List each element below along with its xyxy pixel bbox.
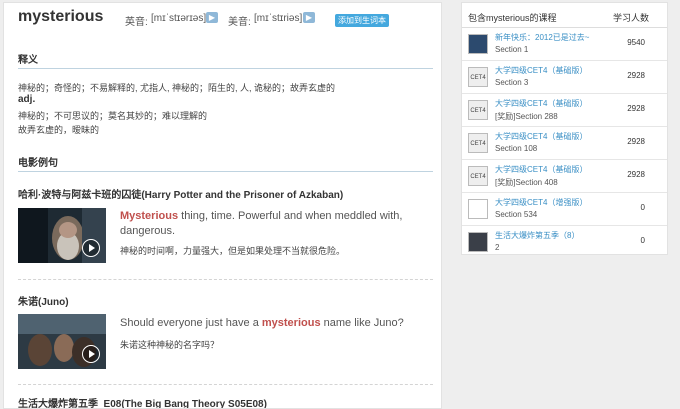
course-count: 2928 [627, 104, 645, 113]
courses-panel: 包含mysterious的课程 学习人数 新年快乐：2012已是过去~ Sect… [461, 2, 668, 255]
course-row[interactable]: CET4 大学四级CET4（基础版） Section 3 2928 [462, 61, 667, 94]
video-thumbnail[interactable] [18, 208, 106, 263]
play-icon[interactable] [82, 345, 100, 363]
course-section: Section 108 [495, 144, 538, 153]
course-icon: CET4 [468, 166, 488, 186]
course-count: 2928 [627, 170, 645, 179]
courses-header-count: 学习人数 [612, 13, 649, 23]
word-detail-panel: mysterious 英音: [mɪˈstɪərɪəs] ▶ 美音: [mɪˈs… [3, 2, 442, 409]
course-count: 2928 [627, 71, 645, 80]
course-row[interactable]: 大学四级CET4（增强版） Section 534 0 [462, 193, 667, 226]
course-title[interactable]: 新年快乐：2012已是过去~ [495, 32, 589, 43]
uk-speaker-icon[interactable]: ▶ [206, 12, 218, 23]
course-title[interactable]: 生活大爆炸第五季（8） [495, 230, 579, 241]
definitions-title: 释义 [18, 55, 38, 66]
course-count: 9540 [627, 38, 645, 47]
course-title[interactable]: 大学四级CET4（基础版） [495, 65, 587, 76]
divider [18, 68, 433, 69]
definition-line-2: 神秘的；不可思议的；莫名其妙的；难以理解的 [18, 111, 208, 121]
course-icon [468, 34, 488, 54]
course-icon [468, 232, 488, 252]
course-row[interactable]: CET4 大学四级CET4（基础版） Section 108 2928 [462, 127, 667, 160]
example-sentence-cn: 神秘的时间啊，力量强大，但是如果处理不当就很危险。 [120, 246, 346, 256]
examples-title: 电影例句 [18, 158, 58, 169]
uk-phonetic: [mɪˈstɪərɪəs] [151, 13, 207, 24]
play-icon[interactable] [82, 239, 100, 257]
course-icon: CET4 [468, 133, 488, 153]
uk-label: 英音: [125, 17, 148, 28]
highlighted-word: Mysterious [120, 210, 179, 222]
example-sentence-en: Should everyone just have a mysterious n… [120, 317, 404, 329]
course-icon: CET4 [468, 67, 488, 87]
definition-line-3: 故弄玄虚的，暧昧的 [18, 125, 100, 135]
course-title[interactable]: 大学四级CET4（增强版） [495, 197, 587, 208]
divider [18, 171, 433, 172]
example-sentence-en: Mysterious thing, time. Powerful and whe… [120, 210, 403, 237]
part-of-speech: adj. [18, 94, 36, 105]
courses-header-title: 包含mysterious的课程 [468, 13, 557, 23]
course-section: 2 [495, 243, 500, 252]
movie-title[interactable]: 朱诺(Juno) [18, 293, 69, 308]
course-count: 2928 [627, 137, 645, 146]
courses-header: 包含mysterious的课程 学习人数 [462, 3, 667, 28]
course-row[interactable]: 新年快乐：2012已是过去~ Section 1 9540 [462, 28, 667, 61]
course-row[interactable]: CET4 大学四级CET4（基础版） [奖励]Section 408 2928 [462, 160, 667, 193]
course-row[interactable]: CET4 大学四级CET4（基础版） [奖励]Section 288 2928 [462, 94, 667, 127]
highlighted-word: mysterious [261, 317, 321, 329]
us-label: 美音: [228, 17, 251, 28]
divider [18, 384, 433, 385]
video-thumbnail[interactable] [18, 314, 106, 369]
word-title: mysterious [18, 8, 104, 25]
course-icon: CET4 [468, 100, 488, 120]
example-sentence-cn: 朱诺这种神秘的名字吗？ [120, 340, 220, 350]
definition-line-1: 神秘的；奇怪的；不易解释的, 尤指人, 神秘的；陌生的, 人, 诡秘的；故弄玄虚… [18, 83, 336, 93]
movie-title[interactable]: 哈利·波特与阿兹卡班的囚徒(Harry Potter and the Priso… [18, 186, 343, 201]
course-section: [奖励]Section 288 [495, 112, 558, 121]
course-section: Section 1 [495, 45, 529, 54]
course-count: 0 [640, 203, 645, 212]
course-count: 0 [640, 236, 645, 245]
divider [18, 279, 433, 280]
course-section: Section 3 [495, 78, 529, 87]
add-to-wordbook-button[interactable]: 添加到生词本 [335, 14, 389, 27]
course-icon [468, 199, 488, 219]
course-title[interactable]: 大学四级CET4（基础版） [495, 164, 587, 175]
course-title[interactable]: 大学四级CET4（基础版） [495, 98, 587, 109]
course-section: Section 534 [495, 210, 538, 219]
course-section: [奖励]Section 408 [495, 178, 558, 187]
us-phonetic: [mɪˈstɪriəs] [254, 13, 303, 24]
us-speaker-icon[interactable]: ▶ [303, 12, 315, 23]
course-title[interactable]: 大学四级CET4（基础版） [495, 131, 587, 142]
course-row[interactable]: 生活大爆炸第五季（8） 2 0 [462, 226, 667, 254]
